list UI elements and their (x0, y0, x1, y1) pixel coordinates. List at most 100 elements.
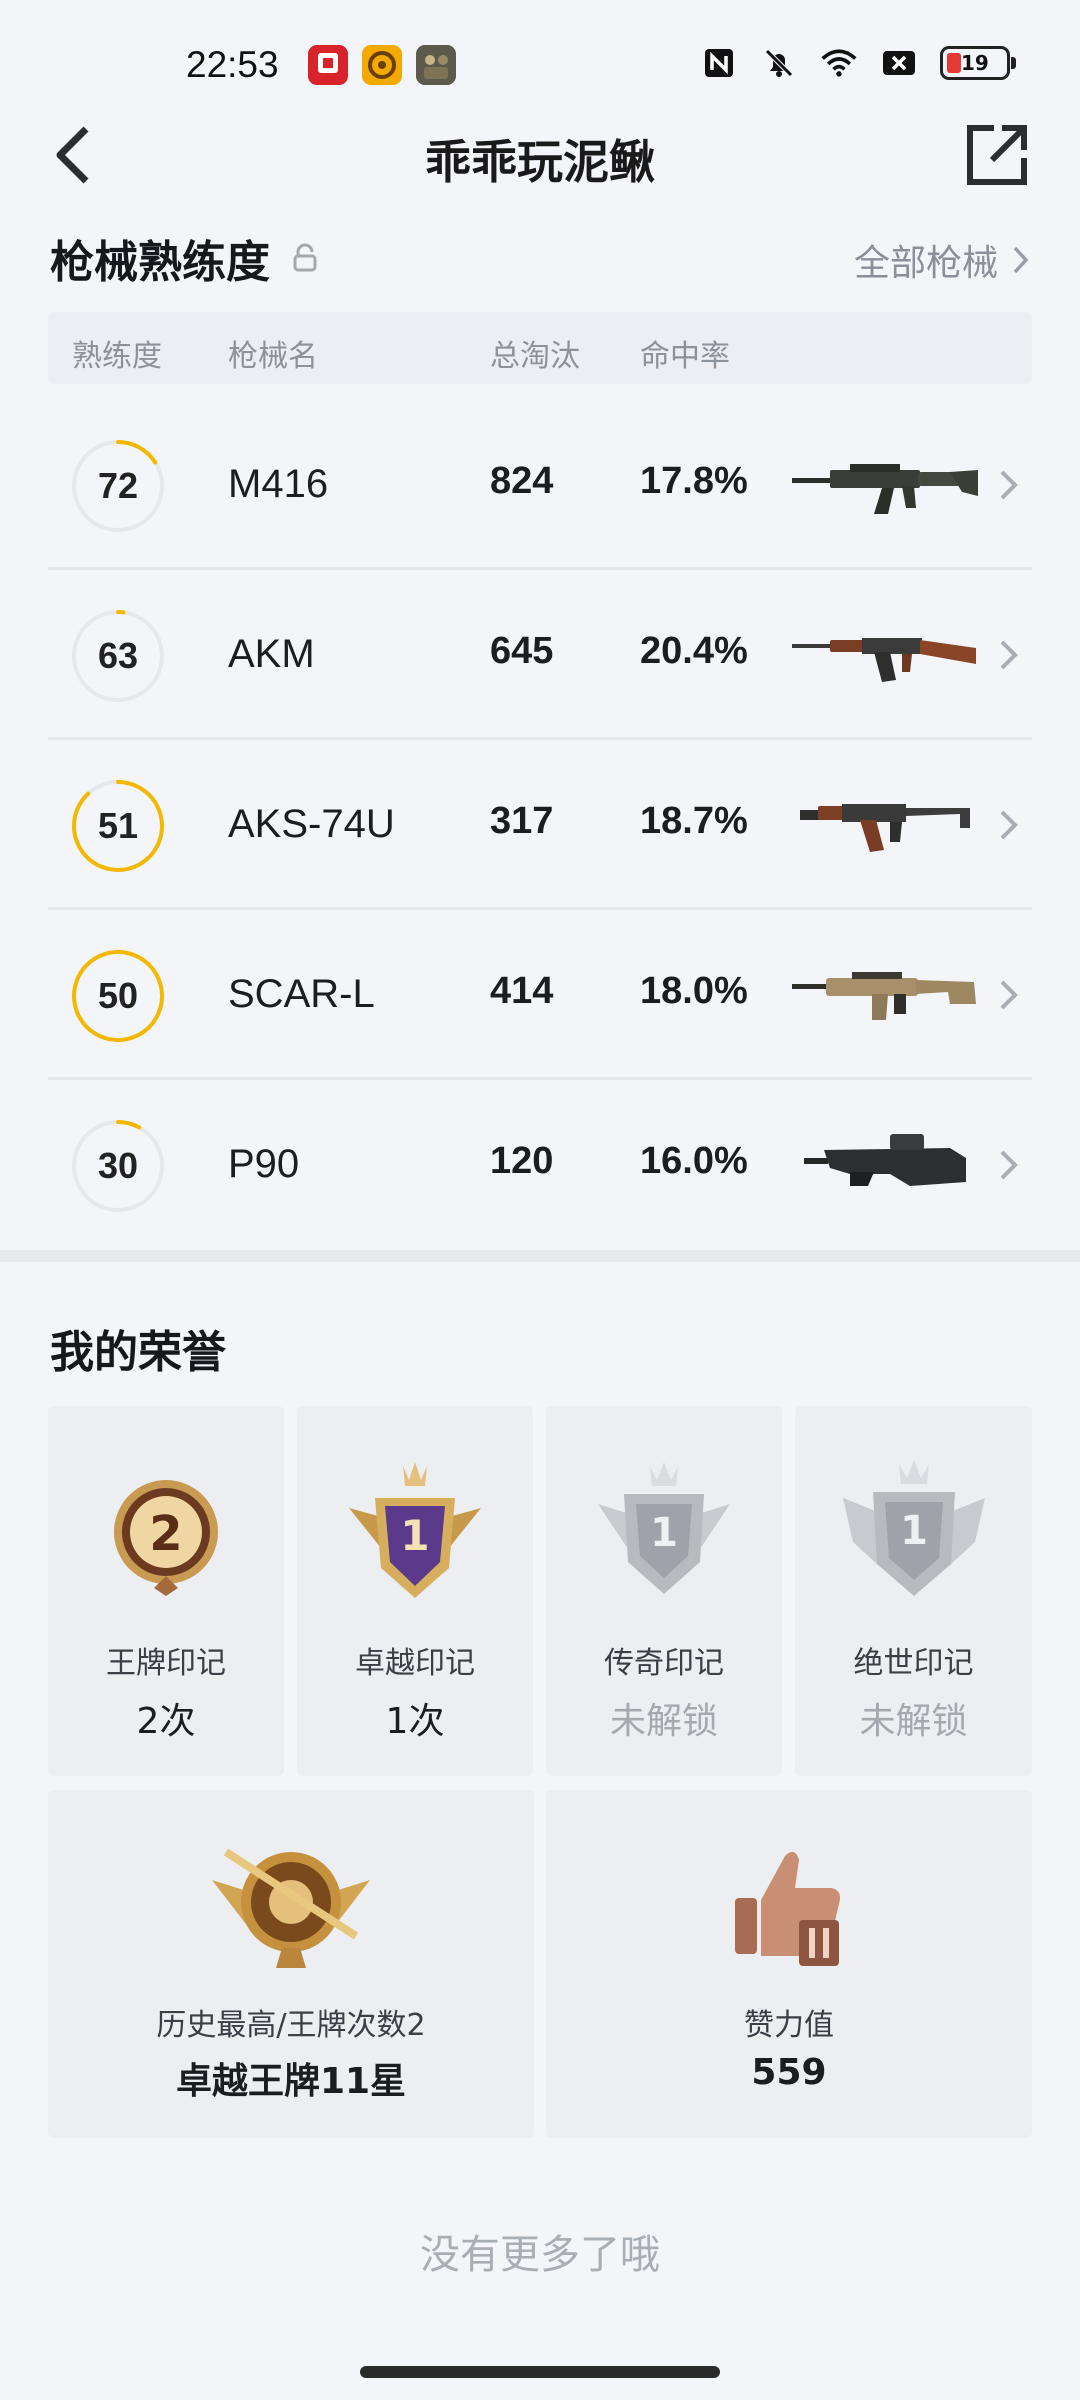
proficiency-level: 72 (97, 465, 139, 506)
wifi-icon (820, 44, 858, 82)
akm-rifle-image (792, 638, 976, 682)
honor-value: 559 (751, 2052, 827, 2093)
weapon-row[interactable]: 50 SCAR-L 414 18.0% (48, 910, 1032, 1080)
weapon-name: M416 (228, 462, 329, 506)
status-time: 22:53 (186, 44, 279, 85)
chevron-right-icon (1013, 246, 1029, 274)
legend-mark-badge-number: 1 (650, 1510, 678, 1556)
honor-label: 赞力值 (744, 2008, 834, 2043)
honor-value: 2次 (136, 1701, 196, 1742)
legend-mark-medal-icon: 1 (598, 1462, 730, 1594)
proficiency-ring: 50 (70, 948, 166, 1044)
weapon-hit-rate: 20.4% (640, 630, 748, 672)
weapon-row[interactable]: 51 AKS-74U 317 18.7% (48, 740, 1032, 910)
weapon-row[interactable]: 30 P90 120 16.0% (48, 1080, 1032, 1250)
status-right: 19 (700, 44, 1016, 82)
page: 22:53 19 乖乖玩泥鳅 枪械熟练度 全部枪械 熟练度 枪械名 总淘汰 命中… (0, 0, 1080, 2400)
mute-icon (760, 44, 798, 82)
top-header: 乖乖玩泥鳅 (0, 110, 1080, 200)
weapon-kills: 824 (490, 460, 554, 502)
chevron-right-icon (1000, 980, 1018, 1010)
weapon-name: P90 (228, 1142, 300, 1186)
honor-label: 绝世印记 (853, 1646, 974, 1681)
weapon-hit-rate: 18.0% (640, 970, 748, 1012)
honor-card-likes[interactable]: 赞力值 559 (546, 1790, 1032, 2138)
proficiency-level: 51 (97, 805, 139, 846)
proficiency-level: 63 (97, 635, 139, 676)
m416-rifle-image (792, 464, 978, 514)
honor-value: 1次 (385, 1701, 445, 1742)
col-weapon-name: 枪械名 (228, 339, 318, 374)
chevron-right-icon (1000, 810, 1018, 840)
peerless-mark-medal-icon: 1 (842, 1460, 985, 1596)
honor-value: 卓越王牌11星 (175, 2061, 407, 2102)
weapon-hit-rate: 18.7% (640, 800, 748, 842)
col-hit-rate: 命中率 (640, 339, 730, 374)
weapon-kills: 120 (490, 1140, 554, 1182)
honor-value: 未解锁 (609, 1701, 718, 1742)
all-weapons-link[interactable]: 全部枪械 (854, 234, 1030, 286)
scar-l-rifle-image (792, 972, 976, 1020)
game-app-icon (362, 45, 402, 85)
weapon-kills: 317 (490, 800, 554, 842)
weapons-section-title-wrap: 枪械熟练度 (50, 226, 318, 290)
weapon-kills: 414 (490, 970, 554, 1012)
proficiency-ring: 72 (70, 438, 166, 534)
honors-section-header: 我的荣誉 (50, 1316, 1030, 1386)
honor-card-excellence-mark[interactable]: 1 卓越印记 1次 (297, 1406, 533, 1776)
honor-card-highest-rank[interactable]: 历史最高/王牌次数2 卓越王牌11星 (48, 1790, 534, 2138)
weapon-row[interactable]: 72 M416 824 17.8% (48, 400, 1032, 570)
honor-label: 王牌印记 (106, 1646, 226, 1681)
ace-mark-badge-number: 2 (149, 1506, 182, 1562)
excellence-mark-medal-icon: 1 (349, 1462, 481, 1598)
weapon-name: SCAR-L (228, 972, 375, 1016)
weapon-name: AKS-74U (228, 802, 395, 846)
honor-label: 传奇印记 (604, 1646, 724, 1681)
pubg-app-icon (416, 45, 456, 85)
page-title: 乖乖玩泥鳅 (425, 135, 655, 189)
weapon-name: AKM (228, 632, 315, 676)
battery-icon: 19 (940, 46, 1016, 80)
no-more-text: 没有更多了哦 (420, 2232, 660, 2278)
weapons-section-title: 枪械熟练度 (50, 237, 270, 288)
lock-icon[interactable] (292, 243, 318, 273)
chevron-right-icon (1000, 470, 1018, 500)
proficiency-level: 50 (97, 975, 139, 1016)
proficiency-ring: 63 (70, 608, 166, 704)
share-button[interactable] (964, 122, 1030, 188)
weapon-row[interactable]: 63 AKM 645 20.4% (48, 570, 1032, 740)
ace-mark-medal-icon: 2 (114, 1480, 218, 1596)
col-total-kills: 总淘汰 (490, 339, 580, 374)
weapons-section-header: 枪械熟练度 全部枪械 (50, 226, 1030, 296)
home-indicator[interactable] (360, 2366, 720, 2378)
honor-label: 卓越印记 (355, 1646, 475, 1681)
honor-label: 历史最高/王牌次数2 (156, 2008, 426, 2043)
aks74u-rifle-image (800, 804, 970, 852)
excellence-mark-badge-number: 1 (400, 1511, 429, 1560)
peerless-mark-badge-number: 1 (900, 1508, 928, 1554)
proficiency-ring: 51 (70, 778, 166, 874)
weapons-table-header: 熟练度 枪械名 总淘汰 命中率 (48, 312, 1032, 384)
honor-card-ace-mark[interactable]: 2 王牌印记 2次 (48, 1406, 284, 1776)
chevron-right-icon (1000, 640, 1018, 670)
nfc-icon (700, 44, 738, 82)
chevron-right-icon (1000, 1150, 1018, 1180)
weapon-hit-rate: 17.8% (640, 460, 748, 502)
battery-level: 19 (961, 51, 989, 75)
proficiency-level: 30 (97, 1145, 139, 1186)
weapon-hit-rate: 16.0% (640, 1140, 748, 1182)
app-notification-icon (308, 45, 348, 85)
thumbs-up-icon (735, 1851, 840, 1966)
honors-section-title: 我的荣誉 (50, 1327, 226, 1378)
section-divider (0, 1250, 1080, 1262)
proficiency-ring: 30 (70, 1118, 166, 1214)
all-weapons-label: 全部枪械 (853, 243, 998, 284)
status-bar: 22:53 19 (0, 0, 1080, 110)
sim-x-icon (880, 44, 918, 82)
honor-value: 未解锁 (859, 1701, 968, 1742)
honor-card-peerless-mark[interactable]: 1 绝世印记 未解锁 (795, 1406, 1032, 1776)
ace-rank-badge-icon (212, 1848, 370, 1968)
weapon-kills: 645 (490, 630, 554, 672)
honor-card-legend-mark[interactable]: 1 传奇印记 未解锁 (546, 1406, 782, 1776)
p90-smg-image (804, 1134, 966, 1186)
